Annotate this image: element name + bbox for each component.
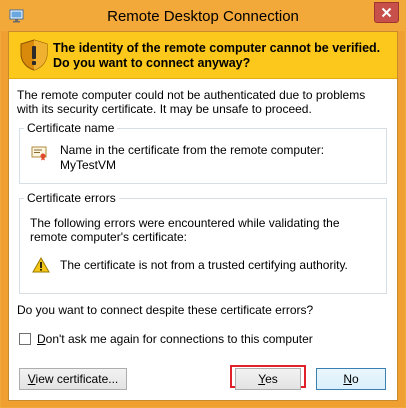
certificate-errors-legend: Certificate errors bbox=[24, 191, 119, 205]
certificate-errors-description: The following errors were encountered wh… bbox=[30, 216, 340, 244]
close-icon bbox=[381, 7, 392, 18]
dont-ask-again-checkbox[interactable] bbox=[19, 333, 31, 345]
certificate-name-description: Name in the certificate from the remote … bbox=[60, 143, 325, 157]
certificate-error-item: The certificate is not from a trusted ce… bbox=[60, 258, 348, 272]
yes-button[interactable]: Yes bbox=[235, 368, 301, 390]
certificate-name-legend: Certificate name bbox=[24, 121, 118, 135]
warning-banner-text: The identity of the remote computer cann… bbox=[53, 41, 381, 70]
close-button[interactable] bbox=[374, 2, 399, 23]
dont-ask-again-label[interactable]: Don't ask me again for connections to th… bbox=[37, 332, 313, 346]
certificate-name-value: MyTestVM bbox=[60, 158, 117, 172]
certificate-icon bbox=[31, 146, 47, 161]
connect-question: Do you want to connect despite these cer… bbox=[17, 303, 314, 317]
shield-warning-icon bbox=[20, 39, 48, 71]
window-title: Remote Desktop Connection bbox=[107, 8, 299, 25]
warning-icon bbox=[32, 257, 50, 273]
certificate-name-group: Certificate name Name in the certificate… bbox=[19, 121, 387, 184]
no-button[interactable]: No bbox=[316, 368, 386, 390]
title-bar[interactable]: Remote Desktop Connection bbox=[1, 1, 405, 31]
dialog-window: Remote Desktop Connection The identity o… bbox=[0, 0, 406, 408]
warning-banner: The identity of the remote computer cann… bbox=[9, 32, 397, 79]
view-certificate-button[interactable]: View certificate... bbox=[19, 368, 127, 390]
certificate-errors-group: Certificate errors The following errors … bbox=[19, 191, 387, 294]
intro-text: The remote computer could not be authent… bbox=[17, 88, 366, 116]
dialog-body: The identity of the remote computer cann… bbox=[8, 31, 398, 401]
